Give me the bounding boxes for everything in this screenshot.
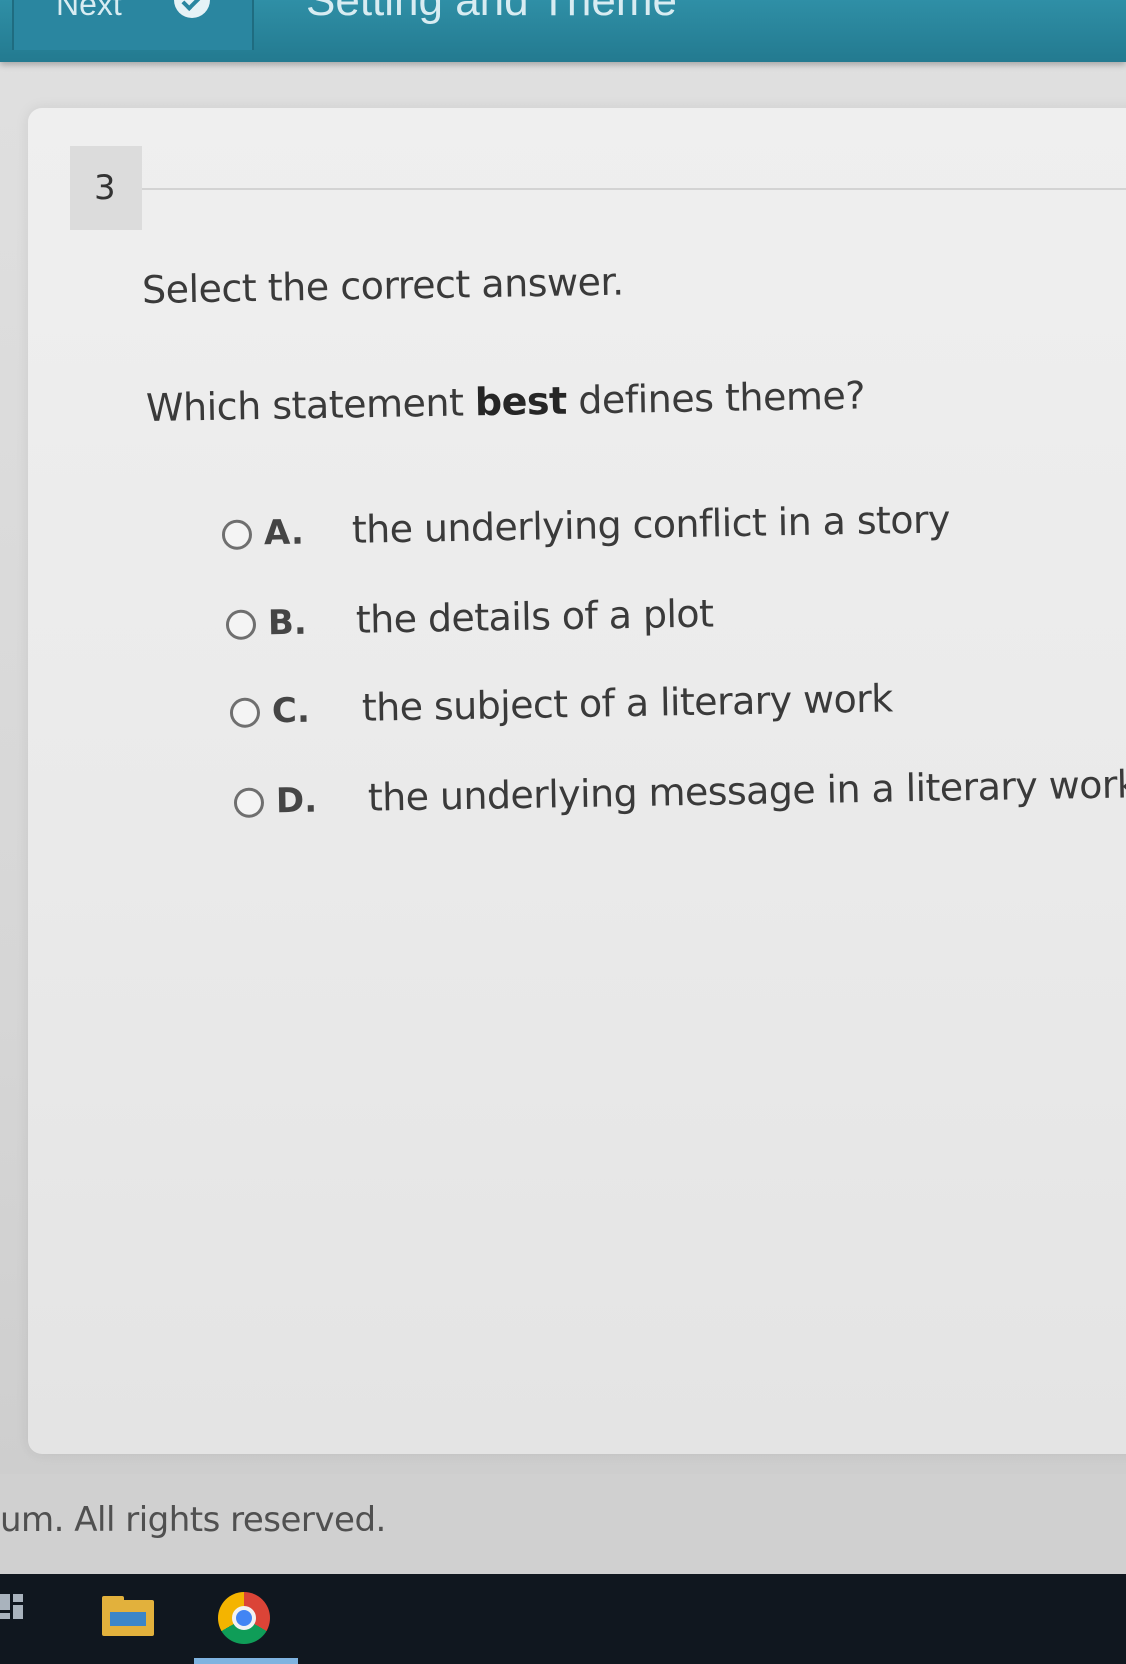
option-letter: B.: [267, 602, 308, 644]
card-divider: [112, 188, 1126, 190]
question-instruction: Select the correct answer.: [141, 259, 625, 312]
question-prompt-emphasis: best: [474, 378, 568, 425]
chrome-icon[interactable]: [218, 1592, 270, 1644]
top-bar: Next Setting and Theme: [0, 0, 1126, 62]
question-prompt-end: defines theme?: [566, 373, 866, 423]
question-prompt-start: Which statement: [145, 380, 476, 430]
active-app-indicator: [194, 1658, 298, 1664]
option-letter: C.: [271, 690, 311, 732]
copyright-text: um. All rights reserved.: [0, 1500, 386, 1540]
option-text[interactable]: the subject of a literary work: [362, 676, 893, 729]
lesson-title: Setting and Theme: [306, 0, 677, 25]
file-explorer-icon[interactable]: [102, 1596, 154, 1636]
screen: Next Setting and Theme 3 Select the corr…: [0, 0, 1126, 1664]
next-arrow-icon: [174, 0, 210, 18]
next-button-label: Next: [56, 0, 122, 22]
taskbar: [0, 1574, 1126, 1664]
next-button[interactable]: Next: [12, 0, 254, 50]
option-text[interactable]: the details of a plot: [356, 591, 714, 641]
option-letter: D.: [275, 780, 318, 822]
task-view-icon[interactable]: [0, 1594, 24, 1634]
question-number: 3: [94, 168, 116, 208]
option-letter: A.: [263, 512, 305, 554]
question-number-badge: 3: [70, 146, 142, 230]
